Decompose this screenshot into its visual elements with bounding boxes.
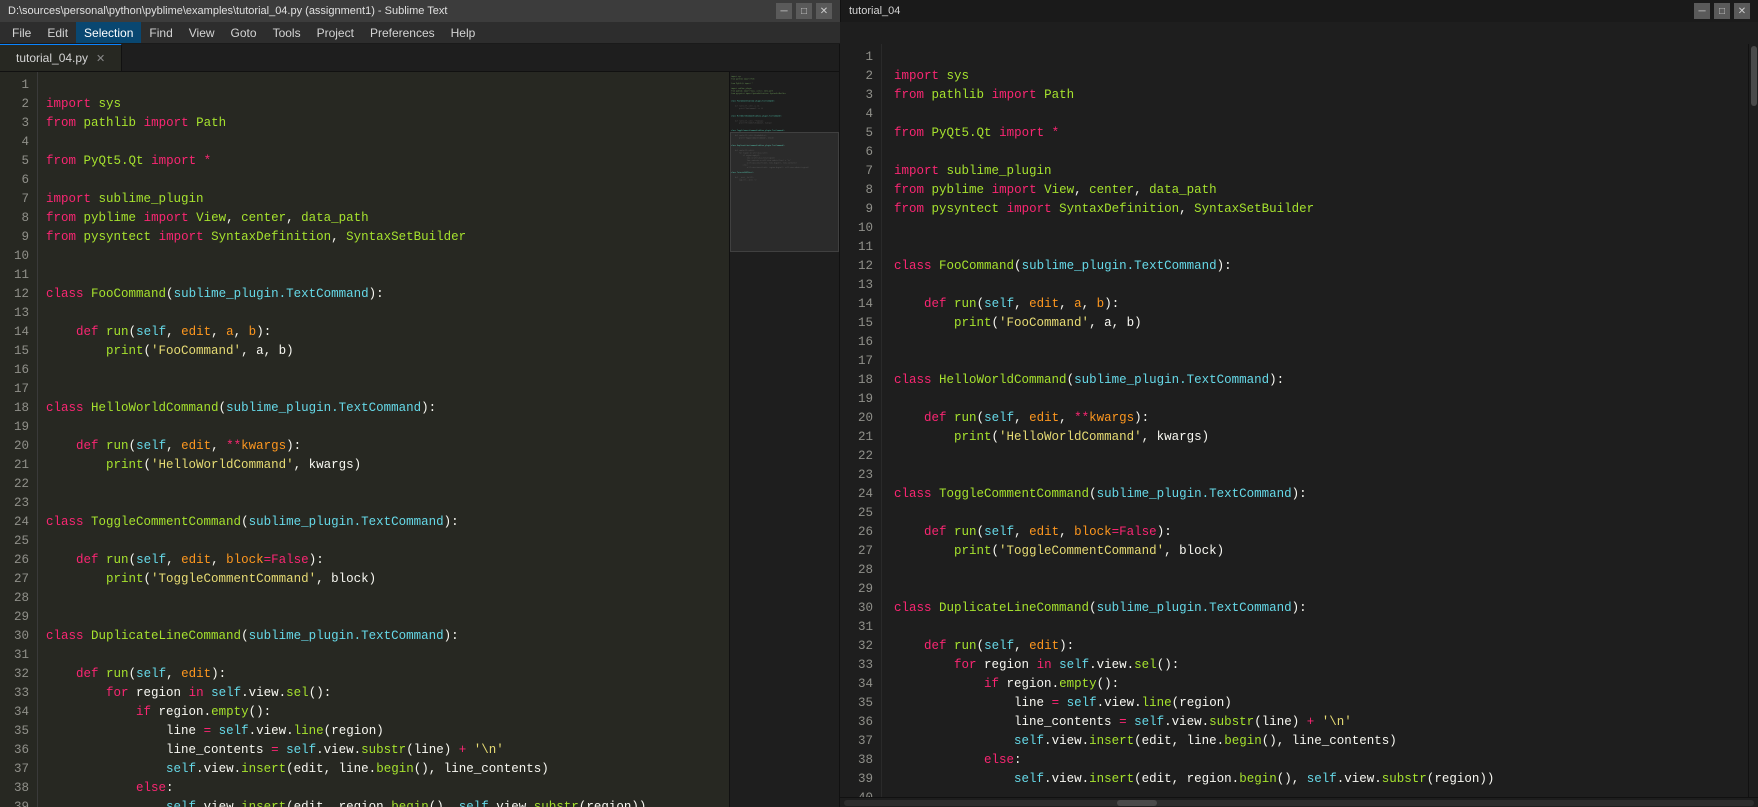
menu-project[interactable]: Project: [309, 22, 362, 43]
right-pane: 1 2 3 4 5 6 7 8 9 10 11 12 13 14 15 16 1: [840, 44, 1758, 807]
menu-bar: File Edit Selection Find View Goto Tools…: [0, 22, 840, 44]
menu-goto[interactable]: Goto: [223, 22, 265, 43]
right-line-numbers: 1 2 3 4 5 6 7 8 9 10 11 12 13 14 15 16 1: [840, 44, 882, 797]
tab-close-button[interactable]: ✕: [96, 52, 105, 65]
tab-tutorial04[interactable]: tutorial_04.py ✕: [0, 44, 122, 71]
left-title-bar: D:\sources\personal\python\pyblime\examp…: [8, 5, 447, 17]
left-line-numbers: 1 2 3 4 5 6 7 8 9 10 11 12 13 14 15 16 1: [0, 72, 38, 807]
right-window-title: tutorial_04: [849, 5, 900, 17]
menu-find[interactable]: Find: [141, 22, 180, 43]
left-code-content[interactable]: import sys from pathlib import Path from…: [38, 72, 729, 807]
right-code-content[interactable]: import sys from pathlib import Path from…: [882, 44, 1748, 797]
right-maximize-button[interactable]: □: [1714, 3, 1730, 19]
menu-tools[interactable]: Tools: [265, 22, 309, 43]
menu-file[interactable]: File: [4, 22, 39, 43]
right-window-controls: ─ □ ✕: [1694, 3, 1750, 19]
right-minimize-button[interactable]: ─: [1694, 3, 1710, 19]
menu-preferences[interactable]: Preferences: [362, 22, 443, 43]
left-minimize-button[interactable]: ─: [776, 3, 792, 19]
menu-view[interactable]: View: [181, 22, 223, 43]
right-code-area: 1 2 3 4 5 6 7 8 9 10 11 12 13 14 15 16 1: [840, 44, 1758, 797]
left-code-area: 1 2 3 4 5 6 7 8 9 10 11 12 13 14 15 16 1: [0, 72, 839, 807]
left-close-button[interactable]: ✕: [816, 3, 832, 19]
menu-selection[interactable]: Selection: [76, 22, 141, 43]
right-horizontal-scrollbar[interactable]: [840, 797, 1758, 807]
tab-label: tutorial_04.py: [16, 51, 88, 65]
left-window-title: D:\sources\personal\python\pyblime\examp…: [8, 5, 447, 17]
tab-bar: tutorial_04.py ✕: [0, 44, 839, 72]
menu-help[interactable]: Help: [443, 22, 484, 43]
minimap[interactable]: import sys from pathlib import Path from…: [729, 72, 839, 807]
right-close-button[interactable]: ✕: [1734, 3, 1750, 19]
right-vertical-scrollbar[interactable]: [1748, 44, 1758, 797]
left-maximize-button[interactable]: □: [796, 3, 812, 19]
left-window-controls: ─ □ ✕: [776, 3, 832, 19]
menu-edit[interactable]: Edit: [39, 22, 76, 43]
